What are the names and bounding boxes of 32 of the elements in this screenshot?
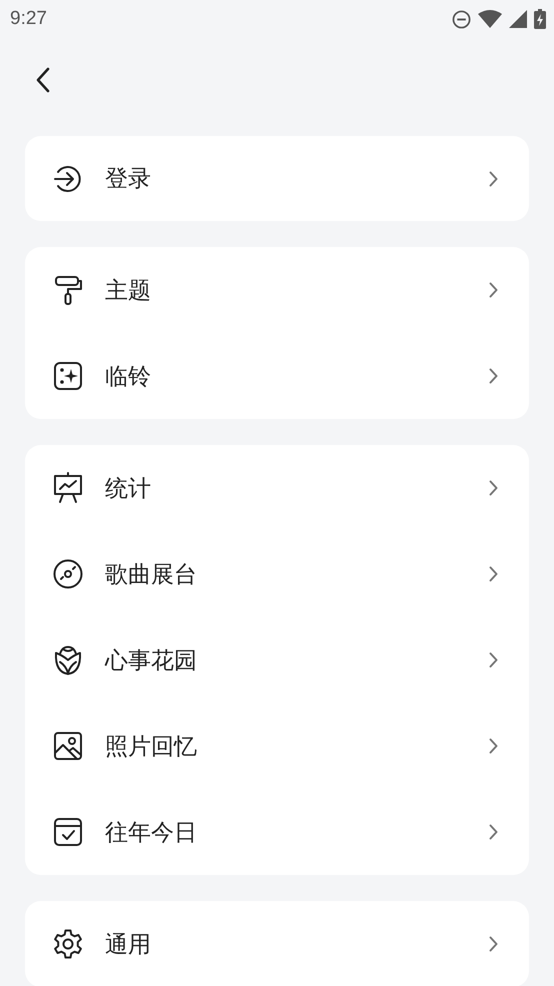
- status-time: 9:27: [10, 8, 47, 30]
- disc-icon: [52, 558, 84, 590]
- chevron-right-icon: [489, 566, 498, 582]
- menu-item[interactable]: 临铃: [25, 333, 529, 419]
- image-icon: [52, 730, 84, 762]
- calendar-check-icon: [52, 816, 84, 848]
- chevron-right-icon: [489, 368, 498, 384]
- chevron-right-icon: [489, 936, 498, 952]
- chevron-right-icon: [489, 170, 498, 186]
- menu-item[interactable]: 心事花园: [25, 617, 529, 703]
- rose-icon: [52, 644, 84, 676]
- menu-item[interactable]: 登录: [25, 136, 529, 221]
- chevron-right-icon: [489, 282, 498, 298]
- menu-item[interactable]: 统计: [25, 445, 529, 531]
- presentation-chart-icon: [52, 472, 84, 504]
- menu-item[interactable]: 主题: [25, 247, 529, 333]
- menu-item[interactable]: 往年今日: [25, 789, 529, 875]
- battery-icon: [534, 9, 546, 29]
- paint-roller-icon: [52, 274, 84, 306]
- wifi-icon: [478, 10, 502, 28]
- chevron-right-icon: [489, 824, 498, 840]
- gear-icon: [52, 928, 84, 960]
- back-icon[interactable]: [35, 67, 51, 93]
- menu-item[interactable]: 通用: [25, 901, 529, 986]
- chevron-right-icon: [489, 652, 498, 668]
- do-not-disturb-icon: [452, 10, 471, 28]
- menu-item[interactable]: 歌曲展台: [25, 531, 529, 617]
- chevron-right-icon: [489, 480, 498, 496]
- signal-icon: [509, 10, 527, 28]
- menu-item[interactable]: 照片回忆: [25, 703, 529, 789]
- chevron-right-icon: [489, 738, 498, 754]
- sparkle-icon: [52, 360, 84, 392]
